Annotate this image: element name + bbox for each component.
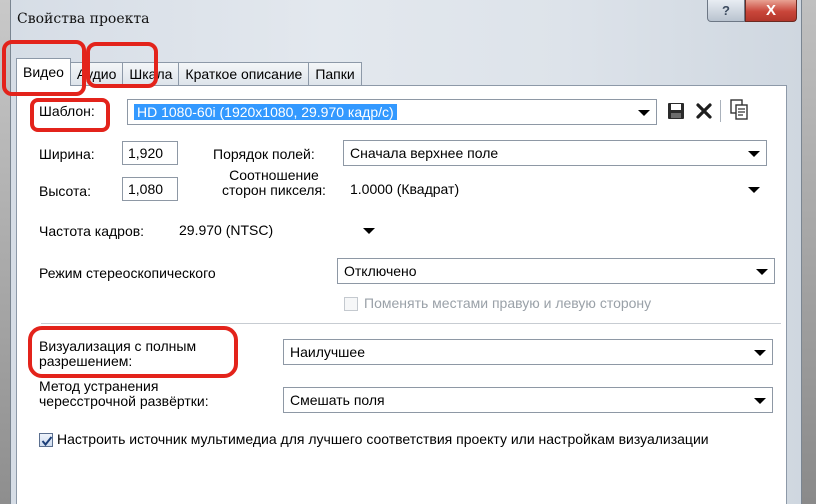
caption-buttons: ? X	[707, 0, 797, 24]
template-label: Шаблон:	[39, 103, 95, 119]
window-title: Свойства проекта	[17, 11, 150, 27]
swap-sides-checkbox[interactable]	[344, 297, 358, 311]
tab-folders[interactable]: Папки	[308, 62, 362, 86]
tab-strip: Видео Аудио Шкала Краткое описание Папки	[16, 58, 362, 86]
frame-rate-value: 29.970 (NTSC)	[179, 222, 274, 238]
chevron-down-icon	[638, 110, 650, 116]
chevron-down-icon	[748, 187, 760, 193]
template-dropdown[interactable]: HD 1080-60i (1920x1080, 29.970 кадр/с)	[127, 99, 657, 125]
height-label: Высота:	[39, 183, 91, 199]
close-button[interactable]: X	[745, 0, 797, 22]
chevron-down-icon	[754, 350, 766, 356]
toolbar-separator	[720, 100, 721, 122]
stereo-mode-value: Отключено	[344, 263, 417, 279]
width-field[interactable]: 1,920	[122, 141, 178, 165]
full-res-render-value: Наилучшее	[290, 344, 365, 360]
deinterlace-value: Смешать поля	[290, 392, 385, 408]
tab-summary[interactable]: Краткое описание	[178, 62, 310, 86]
chevron-down-icon	[363, 228, 375, 234]
width-label: Ширина:	[39, 146, 95, 162]
save-icon[interactable]	[667, 102, 685, 120]
chevron-down-icon	[754, 398, 766, 404]
checkmark-icon	[41, 436, 53, 447]
height-field[interactable]: 1,080	[122, 177, 178, 201]
tab-video[interactable]: Видео	[16, 58, 71, 86]
help-button[interactable]: ?	[707, 0, 745, 22]
full-res-render-label: Визуализация с полным разрешением:	[39, 338, 197, 369]
field-order-value: Сначала верхнее поле	[350, 145, 499, 161]
chevron-down-icon	[756, 269, 768, 275]
close-icon: X	[765, 2, 776, 19]
template-value: HD 1080-60i (1920x1080, 29.970 кадр/с)	[134, 104, 397, 120]
frame-rate-label: Частота кадров:	[39, 223, 145, 239]
field-order-dropdown[interactable]: Сначала верхнее поле	[343, 140, 767, 166]
pixel-aspect-value: 1.0000 (Квадрат)	[350, 181, 460, 197]
full-res-render-dropdown[interactable]: Наилучшее	[283, 339, 773, 365]
help-icon: ?	[722, 3, 730, 18]
chevron-down-icon	[748, 151, 760, 157]
section-divider	[41, 323, 781, 324]
adjust-source-checkbox[interactable]	[39, 433, 53, 447]
frame-rate-dropdown[interactable]: 29.970 (NTSC)	[172, 217, 382, 243]
swap-sides-label: Поменять местами правую и левую сторону	[364, 295, 652, 311]
tab-audio[interactable]: Аудио	[69, 62, 124, 86]
stereo-mode-label: Режим стереоскопического	[39, 265, 216, 281]
background-right	[800, 0, 816, 504]
pixel-aspect-label: Соотношение сторон пикселя:	[222, 167, 326, 198]
stereo-mode-dropdown[interactable]: Отключено	[337, 258, 775, 284]
field-order-label: Порядок полей:	[213, 146, 315, 162]
adjust-source-label: Настроить источник мультимедиа для лучше…	[57, 431, 709, 447]
tab-timeline[interactable]: Шкала	[122, 62, 180, 86]
deinterlace-label: Метод устранения чересстрочной развёртки…	[39, 378, 209, 409]
deinterlace-dropdown[interactable]: Смешать поля	[283, 387, 773, 413]
delete-icon[interactable]	[695, 102, 713, 120]
video-tab-panel: Шаблон: HD 1080-60i (1920x1080, 29.970 к…	[16, 85, 787, 504]
copy-icon[interactable]	[729, 99, 749, 121]
pixel-aspect-dropdown[interactable]: 1.0000 (Квадрат)	[343, 176, 767, 202]
